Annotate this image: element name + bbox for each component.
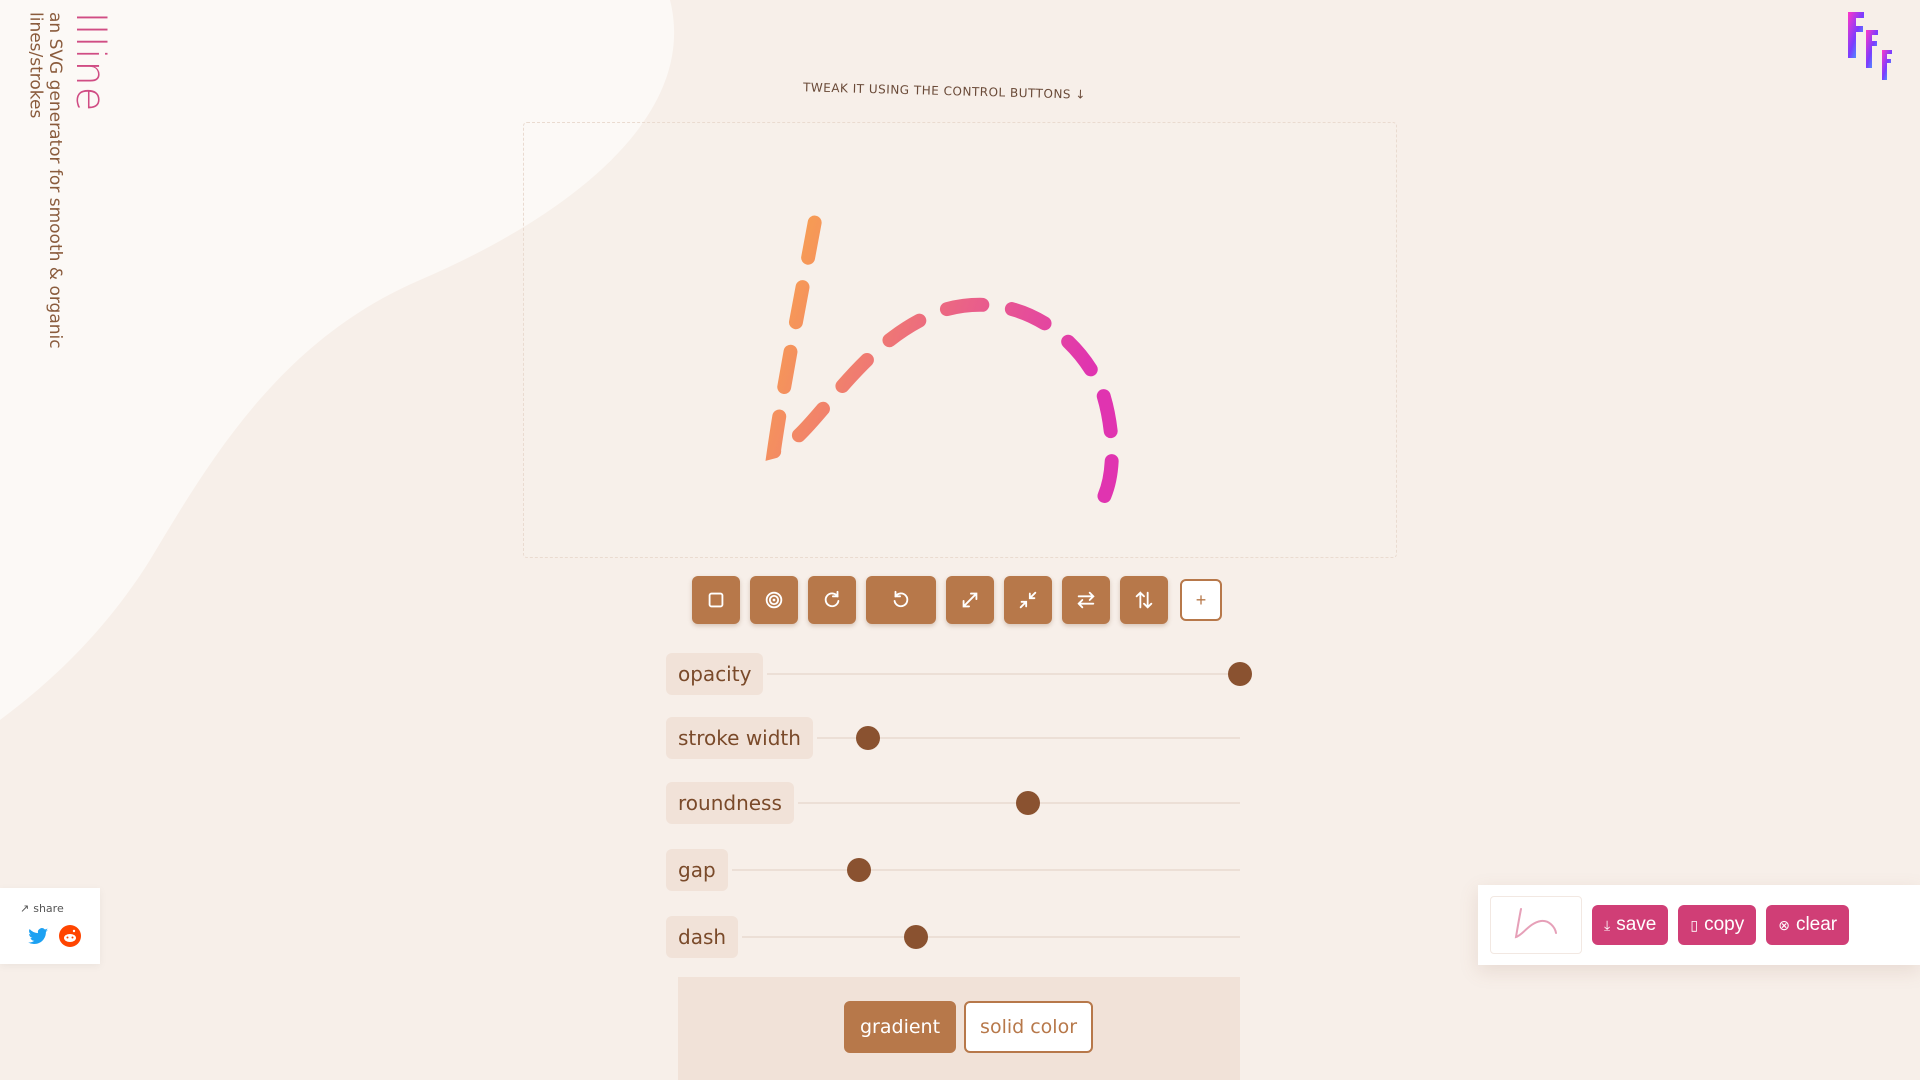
square-button[interactable] — [692, 576, 740, 624]
swap-horizontal-button[interactable] — [1062, 576, 1110, 624]
gap-slider-row: gap — [666, 848, 1240, 892]
roundness-slider-row: roundness — [666, 781, 1240, 825]
stroke-width-label: stroke width — [666, 717, 813, 759]
twitter-icon[interactable] — [26, 924, 50, 948]
fff-logo-icon[interactable] — [1844, 8, 1906, 86]
add-button[interactable]: + — [1180, 579, 1222, 621]
target-button[interactable] — [750, 576, 798, 624]
rotate-counterclockwise-icon — [893, 590, 909, 608]
opacity-label: opacity — [666, 653, 764, 695]
clear-label: clear — [1795, 914, 1838, 935]
share-label: share — [33, 902, 64, 915]
reddit-icon[interactable] — [58, 924, 82, 948]
square-icon — [708, 592, 724, 608]
shrink-icon — [1019, 591, 1037, 609]
expand-button[interactable] — [946, 576, 994, 624]
save-label: save — [1616, 914, 1657, 935]
dash-slider-row: dash — [666, 915, 1240, 959]
expand-icon — [962, 592, 978, 608]
generated-stroke — [765, 215, 1119, 519]
swap-horizontal-icon — [1077, 591, 1095, 609]
slider-thumb[interactable] — [846, 858, 871, 882]
roundness-slider[interactable] — [797, 791, 1240, 815]
rotate-clockwise-button[interactable] — [808, 576, 856, 624]
share-box: ↗ share — [0, 888, 100, 964]
target-icon — [765, 591, 783, 609]
control-toolbar: + — [692, 576, 1222, 624]
gap-label: gap — [666, 849, 728, 891]
clipboard-icon: ▯ — [1690, 916, 1699, 933]
roundness-label: roundness — [666, 782, 794, 824]
swap-vertical-icon — [1135, 591, 1153, 609]
solid-color-button[interactable]: solid color — [964, 1001, 1094, 1053]
stroke-width-slider-row: stroke width — [666, 716, 1240, 760]
color-mode-panel: gradient solid color — [678, 977, 1240, 1080]
dash-slider[interactable] — [742, 925, 1240, 949]
rotate-clockwise-icon — [824, 590, 840, 608]
line-preview — [765, 215, 1119, 519]
save-button[interactable]: ⤓ save — [1592, 905, 1669, 945]
action-bar: ⤓ save ▯ copy ⊗ clear — [1478, 885, 1920, 965]
shrink-button[interactable] — [1004, 576, 1052, 624]
app-tagline: an SVG generator for smooth & organic li… — [25, 12, 65, 349]
slider-thumb[interactable] — [904, 925, 929, 949]
rotate-counterclockwise-button[interactable] — [866, 576, 936, 624]
slider-thumb[interactable] — [855, 726, 880, 750]
slider-thumb[interactable] — [1228, 662, 1252, 686]
slider-thumb[interactable] — [1015, 791, 1040, 815]
gap-slider[interactable] — [731, 858, 1240, 882]
drawing-canvas[interactable] — [523, 122, 1397, 558]
share-label-row: ↗ share — [20, 902, 64, 915]
gradient-button[interactable]: gradient — [844, 1001, 957, 1053]
download-icon: ⤓ — [1604, 916, 1611, 933]
hint-text: tweak it using the control buttons ↓ — [802, 80, 1087, 102]
stroke-width-slider[interactable] — [816, 726, 1240, 750]
copy-label: copy — [1704, 914, 1745, 935]
clear-button[interactable]: ⊗ clear — [1766, 905, 1850, 945]
opacity-slider-row: opacity — [666, 652, 1252, 696]
opacity-slider[interactable] — [767, 662, 1252, 686]
share-icon: ↗ — [20, 902, 30, 915]
line-thumbnail — [1490, 896, 1582, 954]
brand: llline an SVG generator for smooth & org… — [18, 12, 113, 392]
dash-label: dash — [666, 916, 739, 958]
copy-button[interactable]: ▯ copy — [1678, 905, 1757, 945]
swap-vertical-button[interactable] — [1120, 576, 1168, 624]
app-title: llline — [67, 12, 113, 113]
clear-icon: ⊗ — [1778, 916, 1790, 933]
